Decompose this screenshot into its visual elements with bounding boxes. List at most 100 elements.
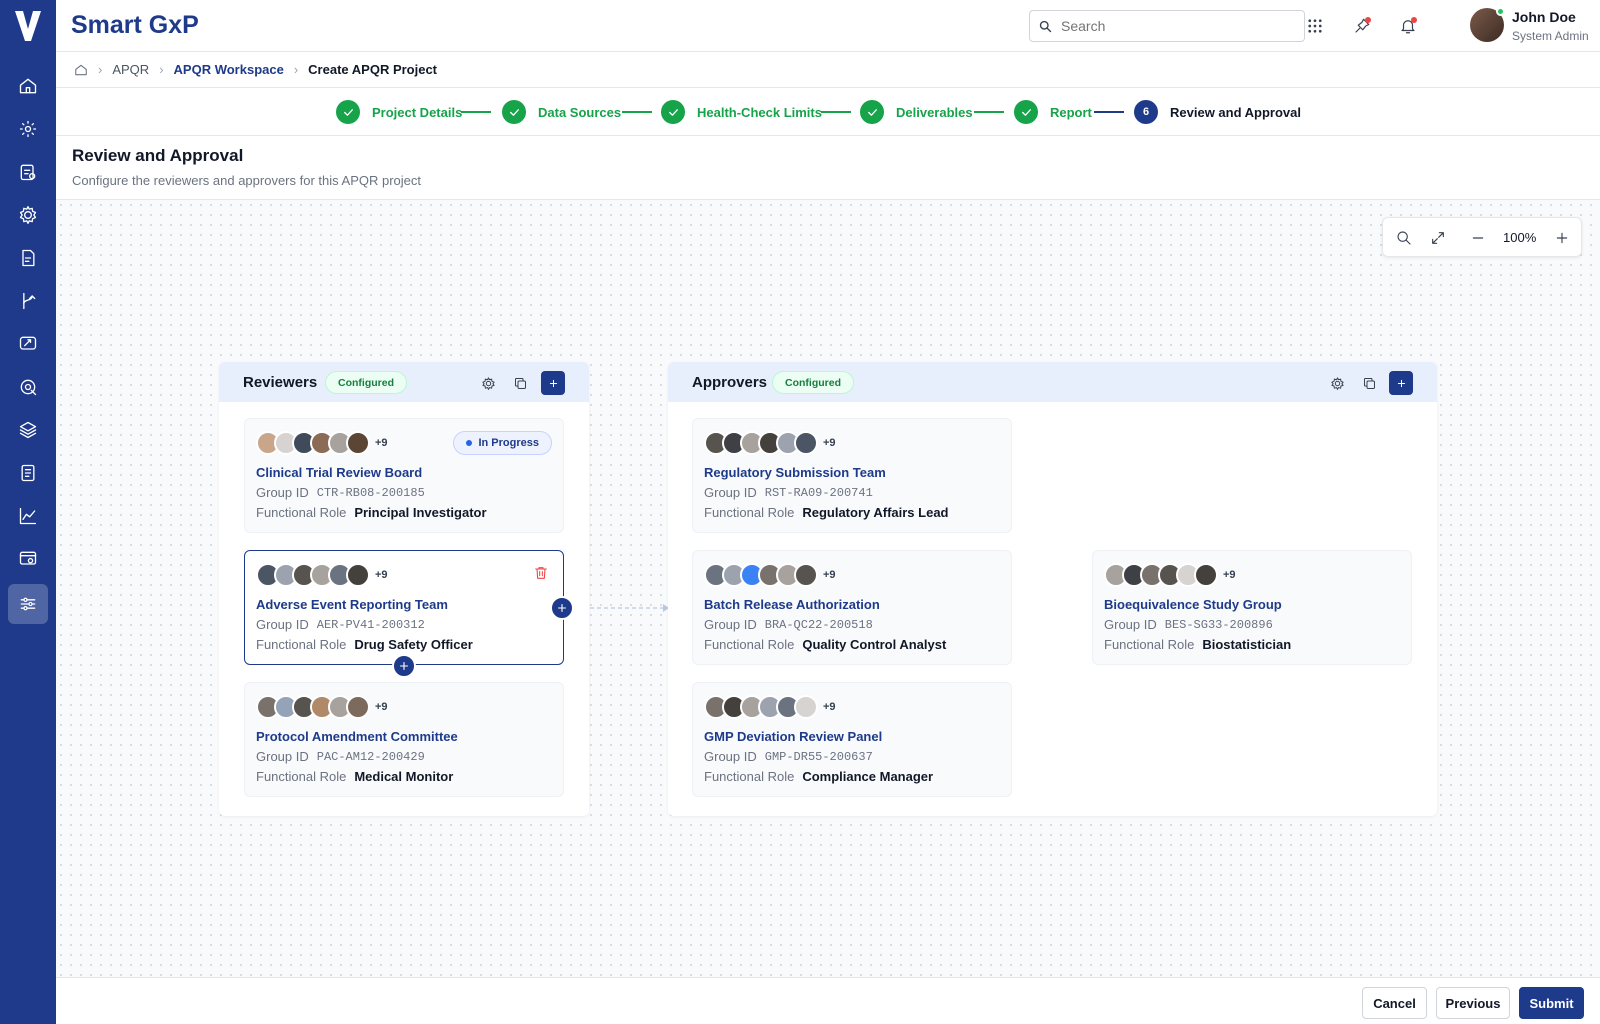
reviewer-card[interactable]: +9 In Progress Clinical Trial Review Boa… — [244, 418, 564, 533]
group-id-row: Group ID PAC-AM12-200429 — [256, 749, 425, 764]
fit-to-screen-icon[interactable] — [1426, 226, 1450, 250]
lane-add-button[interactable] — [541, 371, 565, 395]
step-deliverables[interactable]: Deliverables — [860, 100, 973, 124]
sidebar — [0, 0, 56, 1024]
search-box[interactable] — [1029, 10, 1305, 42]
nav-home-icon[interactable] — [8, 66, 48, 106]
nav-document-icon[interactable] — [8, 238, 48, 278]
nav-settings-icon[interactable] — [8, 109, 48, 149]
step-connector — [974, 111, 1004, 113]
zoom-toolbar: 100% — [1382, 217, 1582, 257]
lane-add-button[interactable] — [1389, 371, 1413, 395]
zoom-in-icon[interactable] — [1550, 226, 1574, 250]
lane-copy-icon[interactable] — [1357, 371, 1381, 395]
nav-sliders-icon[interactable] — [8, 584, 48, 624]
functional-role-row: Functional Role Biostatistician — [1104, 637, 1291, 652]
group-id-value: BES-SG33-200896 — [1164, 618, 1273, 632]
add-connection-right-button[interactable] — [550, 596, 574, 620]
avatar — [794, 431, 818, 455]
group-id-label: Group ID — [256, 749, 309, 764]
app-title: Smart GxP — [71, 11, 199, 39]
step-label: Project Details — [372, 104, 463, 120]
check-icon — [1014, 100, 1038, 124]
functional-role-row: Functional Role Regulatory Affairs Lead — [704, 505, 949, 520]
lane-settings-icon[interactable] — [476, 371, 500, 395]
functional-role-label: Functional Role — [256, 505, 347, 520]
page-header: Review and Approval Configure the review… — [56, 136, 1600, 200]
step-health-check-limits[interactable]: Health-Check Limits — [661, 100, 822, 124]
reviewer-card[interactable]: +9 Protocol Amendment Committee Group ID… — [244, 682, 564, 797]
group-id-value: PAC-AM12-200429 — [316, 750, 425, 764]
step-connector — [622, 111, 652, 113]
previous-button[interactable]: Previous — [1436, 987, 1510, 1019]
more-members-count: +9 — [823, 701, 836, 713]
nav-git-branch-icon[interactable] — [8, 281, 48, 321]
search-input[interactable] — [1061, 18, 1291, 34]
lane-settings-icon[interactable] — [1325, 371, 1349, 395]
group-id-row: Group ID RST-RA09-200741 — [704, 485, 873, 500]
step-project-details[interactable]: Project Details — [336, 100, 462, 124]
footer-bar: Cancel Previous Submit — [56, 977, 1600, 1024]
lane-copy-icon[interactable] — [508, 371, 532, 395]
more-members-count: +9 — [1223, 569, 1236, 581]
breadcrumb-apqr-workspace[interactable]: APQR Workspace — [174, 62, 284, 77]
pin-alert-icon[interactable] — [1350, 14, 1374, 38]
zoom-search-icon[interactable] — [1392, 226, 1416, 250]
functional-role-value: Biostatistician — [1202, 637, 1292, 652]
submit-button[interactable]: Submit — [1519, 987, 1584, 1019]
zoom-out-icon[interactable] — [1466, 226, 1490, 250]
more-members-count: +9 — [375, 569, 388, 581]
user-name: John Doe — [1512, 9, 1576, 25]
step-label: Report — [1050, 104, 1092, 120]
avatar[interactable] — [1470, 7, 1505, 42]
card-title: Clinical Trial Review Board — [256, 465, 423, 480]
reviewers-title: Reviewers — [243, 374, 318, 391]
avatar — [346, 563, 370, 587]
member-avatars: +9 — [704, 431, 836, 455]
step-review-and-approval[interactable]: 6 Review and Approval — [1134, 100, 1301, 124]
home-icon[interactable] — [74, 63, 88, 77]
check-icon — [860, 100, 884, 124]
bell-icon[interactable] — [1396, 14, 1420, 38]
reviewer-card-selected[interactable]: +9 Adverse Event Reporting Team Group ID… — [244, 550, 564, 665]
approver-card[interactable]: +9 Regulatory Submission Team Group ID RS… — [692, 418, 1012, 533]
functional-role-row: Functional Role Principal Investigator — [256, 505, 487, 520]
approver-card[interactable]: +9 Bioequivalence Study Group Group ID BE… — [1092, 550, 1412, 665]
approvers-lane-header: Approvers Configured — [668, 362, 1437, 402]
nav-message-icon[interactable] — [8, 324, 48, 364]
cancel-button[interactable]: Cancel — [1362, 987, 1427, 1019]
breadcrumb-apqr[interactable]: APQR — [112, 62, 149, 77]
group-id-value: BRA-QC22-200518 — [764, 618, 873, 632]
step-data-sources[interactable]: Data Sources — [502, 100, 621, 124]
step-report[interactable]: Report — [1014, 100, 1092, 124]
nav-layers-icon[interactable] — [8, 410, 48, 450]
logo-icon[interactable] — [0, 0, 56, 52]
breadcrumb: › APQR › APQR Workspace › Create APQR Pr… — [56, 52, 1600, 88]
approver-card[interactable]: +9 Batch Release Authorization Group ID B… — [692, 550, 1012, 665]
card-title: Batch Release Authorization — [704, 597, 880, 612]
avatar — [794, 695, 818, 719]
nav-target-icon[interactable] — [8, 367, 48, 407]
approver-card[interactable]: +9 GMP Deviation Review Panel Group ID GM… — [692, 682, 1012, 797]
notification-dot — [1411, 17, 1417, 23]
nav-gear-icon[interactable] — [8, 195, 48, 235]
more-members-count: +9 — [823, 569, 836, 581]
chevron-right-icon: › — [98, 62, 103, 77]
nav-clipboard-icon[interactable] — [8, 152, 48, 192]
status-dot — [466, 440, 473, 446]
group-id-label: Group ID — [704, 485, 757, 500]
group-id-label: Group ID — [704, 617, 757, 632]
apps-grid-icon[interactable] — [1303, 14, 1327, 38]
approvers-title: Approvers — [692, 374, 768, 391]
card-title: Adverse Event Reporting Team — [256, 597, 448, 612]
card-title: Bioequivalence Study Group — [1104, 597, 1282, 612]
nav-book-icon[interactable] — [8, 453, 48, 493]
delete-icon[interactable] — [533, 565, 549, 581]
functional-role-label: Functional Role — [256, 769, 347, 784]
group-id-row: Group ID BES-SG33-200896 — [1104, 617, 1273, 632]
nav-monitor-icon[interactable] — [8, 539, 48, 579]
nav-line-chart-icon[interactable] — [8, 496, 48, 536]
step-label: Data Sources — [538, 104, 622, 120]
add-connection-below-button[interactable] — [392, 654, 416, 678]
step-number: 6 — [1134, 100, 1158, 124]
